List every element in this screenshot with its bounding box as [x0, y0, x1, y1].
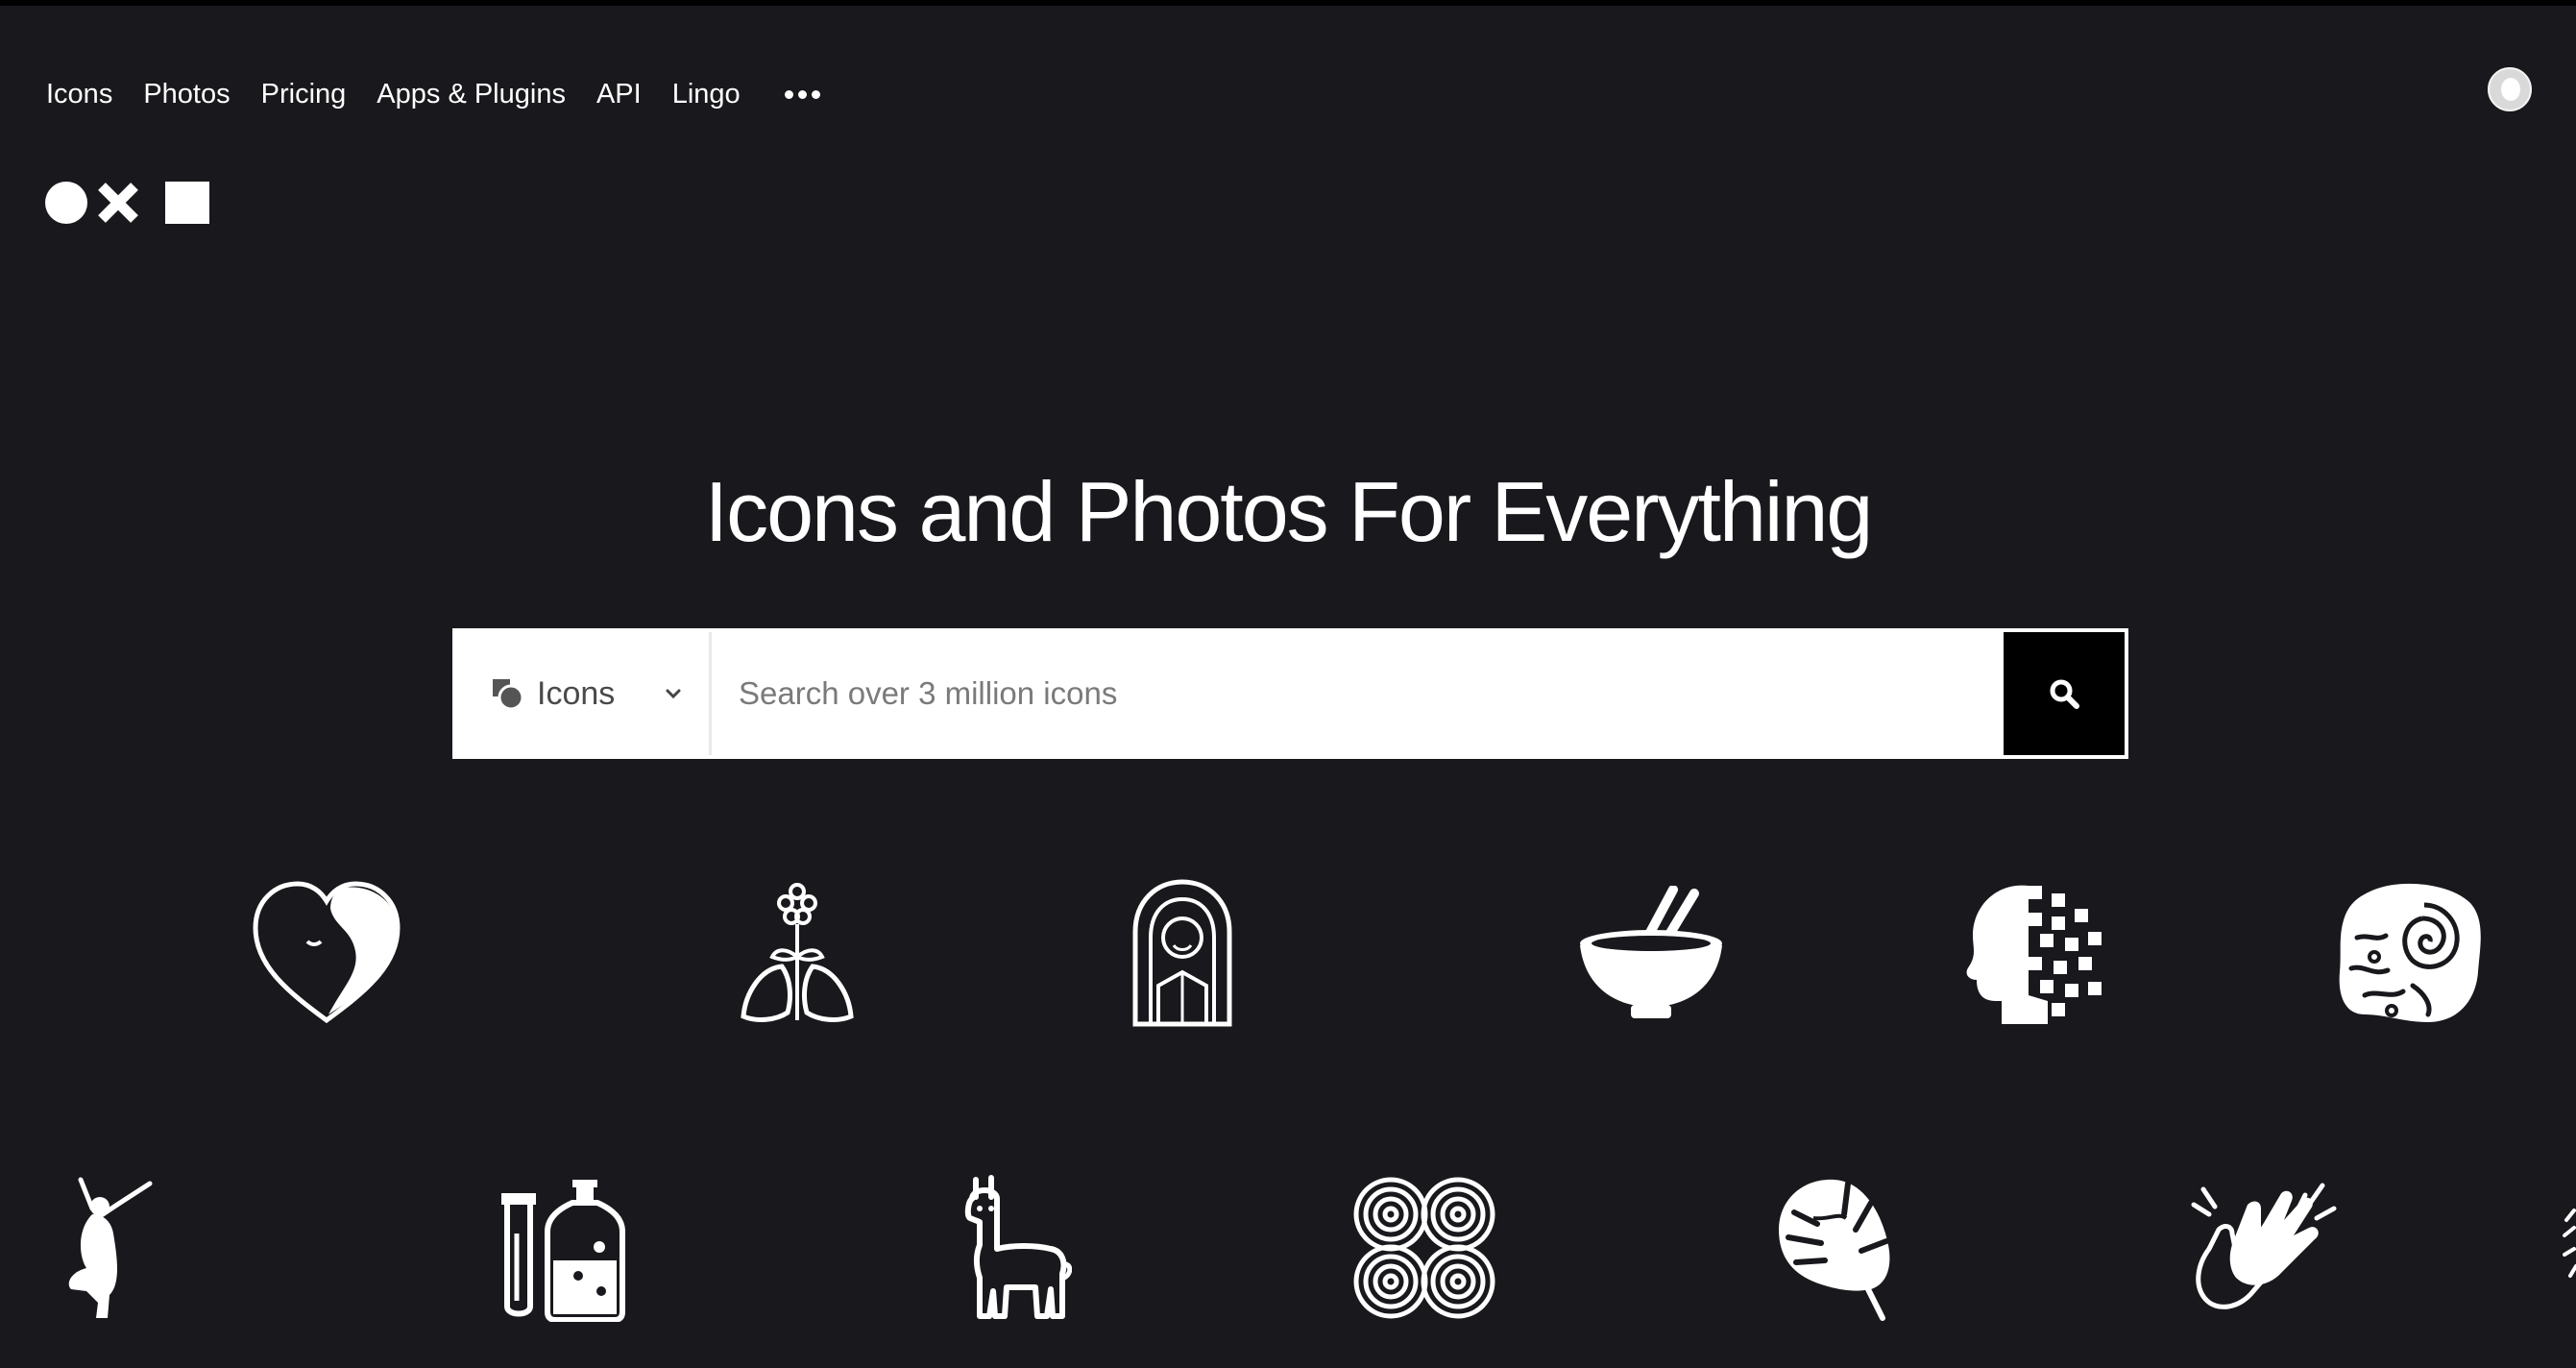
user-avatar[interactable] — [2488, 67, 2532, 111]
search-type-dropdown[interactable]: Icons — [456, 632, 712, 755]
pixel-head-icon[interactable] — [1959, 880, 2105, 1026]
search-bar: Icons — [452, 628, 2128, 759]
lungs-flower-icon[interactable] — [738, 880, 857, 1026]
nav-pricing[interactable]: Pricing — [261, 75, 347, 113]
more-dots-icon[interactable] — [784, 89, 820, 99]
hero-title: Icons and Photos For Everything — [704, 464, 1874, 559]
partial-icon — [2563, 1209, 2576, 1278]
fossil-stone-icon[interactable] — [2336, 880, 2482, 1026]
nav-apps-plugins[interactable]: Apps & Plugins — [377, 75, 566, 113]
bowl-chopsticks-icon[interactable] — [1577, 886, 1725, 1022]
chevron-down-icon — [666, 689, 681, 699]
main-nav: Icons Photos Pricing Apps & Plugins API … — [46, 75, 820, 113]
noun-project-logo[interactable] — [44, 181, 213, 225]
llama-icon[interactable] — [964, 1174, 1072, 1322]
nav-photos[interactable]: Photos — [143, 75, 230, 113]
nav-lingo[interactable]: Lingo — [672, 75, 741, 113]
icons-type-icon — [493, 679, 523, 710]
spiral-pattern-icon[interactable] — [1350, 1174, 1498, 1322]
nav-icons[interactable]: Icons — [46, 75, 112, 113]
heart-face-icon[interactable] — [252, 880, 401, 1026]
nav-api[interactable]: API — [596, 75, 642, 113]
search-input[interactable] — [712, 632, 2004, 755]
circle-x-square-logo — [45, 182, 209, 224]
search-type-label: Icons — [537, 674, 616, 712]
dancing-person-icon[interactable] — [58, 1176, 154, 1322]
search-button[interactable] — [2004, 632, 2125, 755]
test-tube-bottle-icon[interactable] — [496, 1176, 628, 1322]
search-icon — [2050, 679, 2079, 709]
top-border — [0, 0, 2576, 6]
monstera-leaf-icon[interactable] — [1775, 1174, 1894, 1322]
clapping-hands-icon[interactable] — [2190, 1176, 2338, 1322]
woman-portrait-icon[interactable] — [1130, 878, 1235, 1028]
